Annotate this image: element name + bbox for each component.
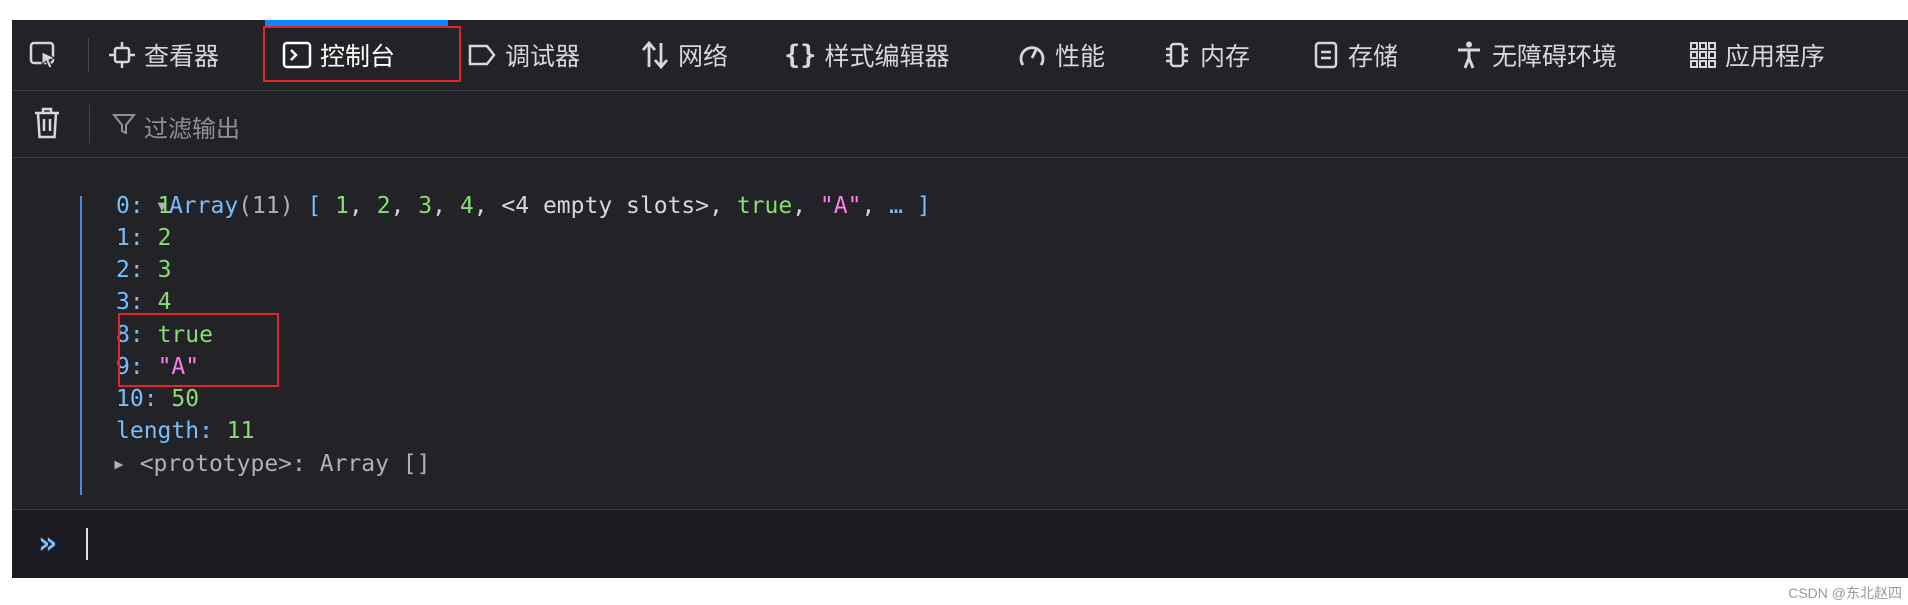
preview-open: [ bbox=[307, 193, 336, 219]
array-entry-row[interactable]: 10: 50 bbox=[116, 383, 199, 415]
element-picker-icon bbox=[28, 40, 58, 70]
accessibility-icon bbox=[1454, 40, 1484, 70]
tab-label: 网络 bbox=[678, 42, 729, 71]
preview-close: ] bbox=[903, 193, 931, 219]
entry-key: 3 bbox=[116, 289, 130, 315]
storage-icon bbox=[1312, 40, 1340, 70]
tab-label: 调试器 bbox=[505, 42, 581, 71]
array-entry-row[interactable]: 1: 2 bbox=[116, 222, 171, 254]
array-entry-row[interactable]: length: 11 bbox=[116, 415, 255, 447]
devtools-panel: 查看器 控制台 调试器 网络 {} 样式编辑器 性能 内存 存储 无障碍环境 应… bbox=[12, 20, 1908, 578]
style-editor-icon: {} bbox=[784, 39, 817, 71]
array-summary-row[interactable]: ▾Array(11) [ 1, 2, 3, 4, <4 empty slots>… bbox=[72, 158, 931, 219]
element-picker-button[interactable] bbox=[28, 20, 66, 90]
toolbar-separator bbox=[89, 105, 90, 143]
entry-key: 2 bbox=[116, 257, 130, 283]
tab-storage[interactable]: 存储 bbox=[1312, 20, 1398, 90]
preview-empty-slots: <4 empty slots> bbox=[501, 193, 710, 219]
tab-application[interactable]: 应用程序 bbox=[1689, 20, 1825, 90]
prototype-row[interactable]: ▸ <prototype>: Array [] bbox=[112, 448, 431, 480]
filter-icon bbox=[111, 112, 137, 140]
entry-value: 50 bbox=[171, 386, 200, 412]
array-name: Array bbox=[168, 193, 239, 219]
console-input-row[interactable]: » bbox=[12, 509, 1908, 578]
preview-item: 4 bbox=[459, 193, 474, 219]
debugger-icon bbox=[467, 42, 497, 68]
entry-value: 2 bbox=[157, 225, 172, 251]
tab-performance[interactable]: 性能 bbox=[1017, 20, 1105, 90]
tab-label: 性能 bbox=[1055, 42, 1106, 71]
console-tab-highlight bbox=[263, 26, 461, 82]
tab-label: 内存 bbox=[1200, 42, 1251, 71]
array-entry-row[interactable]: 2: 3 bbox=[116, 254, 171, 286]
text-caret bbox=[86, 528, 88, 560]
clear-console-button[interactable] bbox=[32, 106, 62, 144]
preview-item: 1 bbox=[335, 193, 350, 219]
tab-inspector[interactable]: 查看器 bbox=[108, 20, 219, 90]
devtools-tabbar: 查看器 控制台 调试器 网络 {} 样式编辑器 性能 内存 存储 无障碍环境 应… bbox=[12, 20, 1908, 91]
preview-ellipsis: … bbox=[889, 193, 904, 219]
application-icon bbox=[1689, 41, 1717, 69]
tab-label: 样式编辑器 bbox=[824, 42, 950, 71]
preview-item: 3 bbox=[418, 193, 433, 219]
entry-value: 4 bbox=[157, 289, 172, 315]
tab-label: 应用程序 bbox=[1725, 42, 1826, 71]
tab-style-editor[interactable]: {} 样式编辑器 bbox=[784, 20, 950, 90]
tab-memory[interactable]: 内存 bbox=[1162, 20, 1250, 90]
network-icon bbox=[640, 40, 670, 70]
tab-accessibility[interactable]: 无障碍环境 bbox=[1454, 20, 1617, 90]
inspector-icon bbox=[108, 41, 136, 69]
watermark: CSDN @东北赵四 bbox=[1788, 585, 1902, 601]
collapse-toggle-icon[interactable]: ▸ bbox=[112, 451, 140, 477]
filter-output-input[interactable]: 过滤输出 bbox=[144, 109, 240, 144]
array-entry-row[interactable]: 0: 1 bbox=[116, 190, 171, 222]
prototype-label: <prototype>: Array [] bbox=[139, 451, 431, 477]
performance-icon bbox=[1017, 40, 1047, 70]
console-toolbar: 过滤输出 bbox=[12, 91, 1908, 158]
prompt-chevron-icon: » bbox=[38, 526, 58, 561]
entry-key: 10 bbox=[116, 386, 144, 412]
array-count: (11) bbox=[238, 193, 294, 219]
trash-icon bbox=[32, 107, 62, 144]
entry-value: 1 bbox=[157, 193, 172, 219]
entries-highlight bbox=[118, 313, 279, 387]
tab-label: 查看器 bbox=[144, 42, 220, 71]
console-output: ▾Array(11) [ 1, 2, 3, 4, <4 empty slots>… bbox=[12, 158, 1908, 508]
entry-key: length bbox=[116, 418, 200, 444]
tab-label: 无障碍环境 bbox=[1492, 42, 1618, 71]
entry-key: 1 bbox=[116, 225, 130, 251]
entry-value: 3 bbox=[157, 257, 172, 283]
entry-key: 0 bbox=[116, 193, 130, 219]
preview-item: 2 bbox=[376, 193, 391, 219]
preview-item: true bbox=[736, 193, 793, 219]
tab-label: 存储 bbox=[1348, 42, 1399, 71]
tab-network[interactable]: 网络 bbox=[640, 20, 728, 90]
tab-separator bbox=[88, 38, 89, 72]
preview-item: "A" bbox=[819, 193, 862, 219]
tab-debugger[interactable]: 调试器 bbox=[467, 20, 580, 90]
memory-icon bbox=[1162, 40, 1192, 70]
entry-value: 11 bbox=[226, 418, 255, 444]
